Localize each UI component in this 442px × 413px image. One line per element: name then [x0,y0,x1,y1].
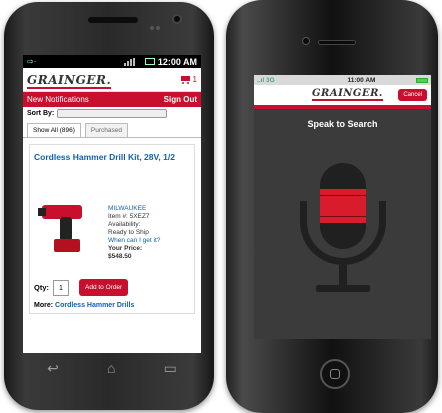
usb-icon: ⇨· [27,57,37,66]
sort-row: Sort By: [23,107,201,119]
iphone-clock: 11:00 AM [347,76,376,84]
product-brand-link[interactable]: MILWAUKEE [108,205,178,213]
qty-row: Qty: 1 Add to Order [34,279,129,296]
sort-select[interactable] [57,108,168,118]
more-label: More: [34,302,54,309]
notification-bar: New Notifications Sign Out [23,92,201,107]
product-card: Cordless Hammer Drill Kit, 28V, 1/2 MILW… [29,144,195,314]
tab-show-all[interactable]: Show All (896) [27,123,81,137]
price-value: $548.50 [108,253,132,260]
android-screen: ⇨· 12:00 AM GRAINGER. 1 New Notification… [23,55,201,353]
product-item-number: Item #: 5XEZ7 [108,213,150,220]
mic-stand-stem [339,265,347,287]
iphone-status-bar: ..ıl 3G 11:00 AM [254,75,431,85]
qty-input[interactable]: 1 [53,279,69,296]
android-speaker [88,17,138,23]
home-icon[interactable]: ⌂ [107,361,115,375]
qty-label: Qty: [34,283,49,292]
android-nav-bar: ↩ ⌂ ▭ [23,355,201,381]
mic-stand-arc [300,201,386,265]
cart-icon [180,75,192,85]
home-square-icon [330,369,340,379]
new-notifications-link[interactable]: New Notifications [27,95,164,104]
iphone-screen: ..ıl 3G 11:00 AM GRAINGER. Cancel Speak … [254,75,431,339]
drill-chuck-shape [38,208,46,216]
iphone-camera [302,37,310,45]
sort-label: Sort By: [27,109,55,117]
header-divider [254,105,431,109]
speak-to-search-title: Speak to Search [307,119,378,129]
iphone-speaker [318,40,356,45]
grainger-logo: GRAINGER. [27,72,112,89]
android-app-header: GRAINGER. 1 [23,68,201,92]
price-label: Your Price: [108,245,143,252]
back-icon[interactable]: ↩ [47,361,59,375]
battery-icon [416,77,428,83]
signal-icon [123,57,142,66]
android-status-bar: ⇨· 12:00 AM [23,55,201,68]
availability-label: Availability: [108,221,141,228]
drill-battery-shape [54,239,80,252]
add-to-order-button[interactable]: Add to Order [79,279,129,296]
drill-handle-shape [60,217,72,241]
more-category-link[interactable]: Cordless Hammer Drills [55,302,134,309]
when-can-i-get-it-link[interactable]: When can I get it? [108,237,178,245]
recent-apps-icon[interactable]: ▭ [164,361,177,375]
grainger-logo-link[interactable]: GRAINGER. [27,71,180,89]
cancel-button[interactable]: Cancel [398,89,427,101]
android-sensor-dots [150,17,164,30]
iphone-home-button[interactable] [320,359,350,389]
iphone-app-header: GRAINGER. Cancel [254,85,431,105]
sign-out-link[interactable]: Sign Out [164,95,197,104]
cart-count: 1 [192,75,197,84]
more-row: More: Cordless Hammer Drills [34,302,134,309]
product-info: MILWAUKEE Item #: 5XEZ7 Availability: Re… [108,205,178,261]
mic-stand-base [316,285,370,292]
grainger-logo: GRAINGER. [312,88,383,101]
carrier-signal: ..ıl 3G [257,76,275,84]
product-title-link[interactable]: Cordless Hammer Drill Kit, 28V, 1/2 [34,152,190,163]
battery-icon [144,58,155,65]
mic-level-line-top [320,195,366,196]
cart-button[interactable]: 1 [180,75,197,85]
tab-purchased[interactable]: Purchased [84,123,128,137]
android-clock: 12:00 AM [157,56,197,67]
availability-value: Ready to Ship [108,229,149,236]
stage: ⇨· 12:00 AM GRAINGER. 1 New Notification… [0,0,442,413]
android-camera [172,14,182,24]
result-tabs: Show All (896) Purchased [23,119,201,138]
product-image[interactable] [38,197,100,259]
